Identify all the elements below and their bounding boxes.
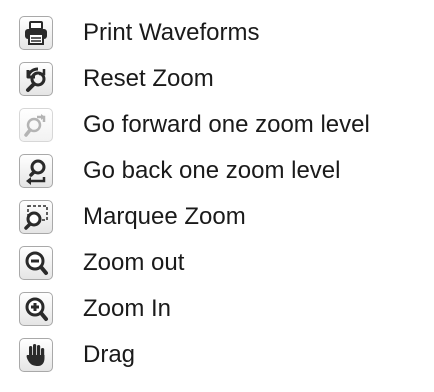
zoom-toolbar-legend: Print Waveforms Reset Zoom Go forward on… <box>0 0 434 392</box>
menu-item-zoom-back[interactable]: Go back one zoom level <box>0 148 434 194</box>
menu-item-print-waveforms[interactable]: Print Waveforms <box>0 10 434 56</box>
menu-item-reset-zoom[interactable]: Reset Zoom <box>0 56 434 102</box>
menu-item-zoom-out[interactable]: Zoom out <box>0 240 434 286</box>
menu-item-label: Drag <box>83 341 136 368</box>
menu-item-label: Go back one zoom level <box>83 157 341 184</box>
menu-item-marquee-zoom[interactable]: Marquee Zoom <box>0 194 434 240</box>
menu-item-label: Reset Zoom <box>83 65 214 92</box>
marquee-zoom-icon[interactable] <box>19 200 53 234</box>
menu-item-label: Go forward one zoom level <box>83 111 370 138</box>
menu-item-label: Zoom In <box>83 295 172 322</box>
menu-item-zoom-in[interactable]: Zoom In <box>0 286 434 332</box>
zoom-out-icon[interactable] <box>19 246 53 280</box>
print-icon[interactable] <box>19 16 53 50</box>
menu-item-label: Marquee Zoom <box>83 203 246 230</box>
menu-item-label: Zoom out <box>83 249 185 276</box>
reset-zoom-icon[interactable] <box>19 62 53 96</box>
drag-hand-icon[interactable] <box>19 338 53 372</box>
menu-item-drag[interactable]: Drag <box>0 332 434 378</box>
zoom-forward-icon[interactable] <box>19 108 53 142</box>
zoom-in-icon[interactable] <box>19 292 53 326</box>
menu-item-zoom-forward[interactable]: Go forward one zoom level <box>0 102 434 148</box>
menu-item-label: Print Waveforms <box>83 19 260 46</box>
zoom-back-icon[interactable] <box>19 154 53 188</box>
